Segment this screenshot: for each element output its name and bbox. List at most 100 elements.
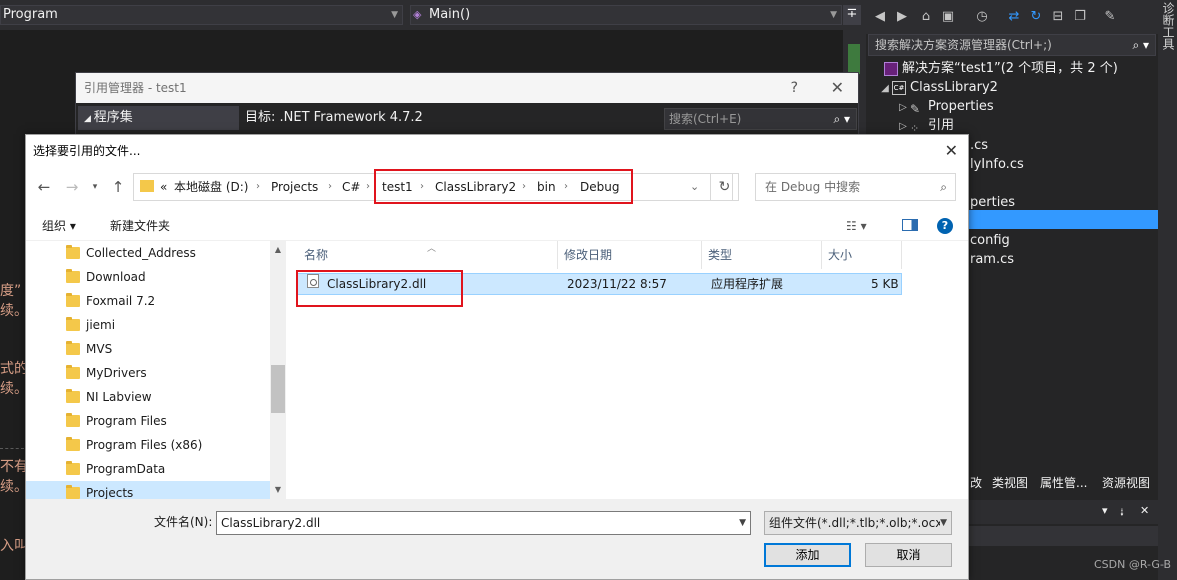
watermark: CSDN @R-G-B bbox=[1094, 558, 1172, 571]
chevron-down-icon[interactable]: ▼ bbox=[739, 512, 746, 534]
breadcrumb-segment[interactable]: 本地磁盘 (D:) bbox=[174, 174, 248, 200]
chevron-down-icon[interactable]: ▼ bbox=[940, 512, 947, 534]
pending-changes-icon[interactable]: ◷ bbox=[974, 9, 990, 25]
folder-icon bbox=[66, 365, 80, 379]
close-button[interactable]: ✕ bbox=[831, 73, 844, 103]
refresh-icon[interactable]: ↻ bbox=[1028, 9, 1044, 25]
breadcrumb-segment[interactable]: Projects bbox=[271, 174, 318, 200]
tree-item[interactable]: Foxmail 7.2 bbox=[26, 289, 270, 313]
new-folder-button[interactable]: 新建文件夹 bbox=[110, 211, 170, 241]
tab-property-manager[interactable]: 属性管... bbox=[1040, 472, 1087, 494]
chevron-down-icon[interactable]: ⌄ bbox=[690, 174, 699, 200]
code-separator bbox=[0, 448, 24, 449]
search-icon: ⌕ ▾ bbox=[1132, 38, 1149, 52]
search-placeholder: 搜索(Ctrl+E) bbox=[669, 112, 742, 126]
dropdown-icon[interactable]: ▾ bbox=[1102, 504, 1108, 517]
filetype-select[interactable]: 组件文件(*.dll;*.tlb;*.olb;*.ocx; ▼ bbox=[764, 511, 952, 535]
tree-item[interactable]: MyDrivers bbox=[26, 361, 270, 385]
folder-icon bbox=[66, 341, 80, 355]
help-icon[interactable]: ? bbox=[937, 218, 953, 234]
member-combo-value: Main() bbox=[429, 7, 471, 22]
column-size[interactable]: 大小 bbox=[822, 241, 902, 269]
forward-icon[interactable]: ▶ bbox=[894, 9, 910, 25]
folder-tree[interactable]: Collected_Address Download Foxmail 7.2 j… bbox=[26, 241, 286, 501]
close-button[interactable]: ✕ bbox=[945, 135, 958, 167]
filename-input[interactable]: ClassLibrary2.dll ▼ bbox=[216, 511, 751, 535]
member-combo[interactable]: ◈ Main() ▼ bbox=[410, 5, 842, 25]
preview-pane-icon[interactable] bbox=[902, 219, 918, 231]
sync-icon[interactable]: ⇄ bbox=[1006, 9, 1022, 25]
solution-search-input[interactable]: 搜索解决方案资源管理器(Ctrl+;) ⌕ ▾ bbox=[868, 34, 1156, 56]
file-date: 2023/11/22 8:57 bbox=[567, 277, 667, 291]
tree-item[interactable]: Download bbox=[26, 265, 270, 289]
tree-item[interactable]: NI Labview bbox=[26, 385, 270, 409]
collapsed-arrow-icon[interactable]: ▷ bbox=[896, 98, 910, 117]
tree-item[interactable]: ProgramData bbox=[26, 457, 270, 481]
tree-item[interactable]: jiemi bbox=[26, 313, 270, 337]
column-type[interactable]: 类型 bbox=[702, 241, 822, 269]
column-date[interactable]: 修改日期 bbox=[558, 241, 702, 269]
forward-button[interactable]: → bbox=[62, 177, 82, 197]
tree-scrollbar[interactable]: ▲ ▼ bbox=[270, 241, 286, 499]
tree-item[interactable]: Collected_Address bbox=[26, 241, 270, 265]
vertical-tab-label[interactable]: 诊断工具 bbox=[1161, 2, 1175, 62]
tree-item[interactable]: MVS bbox=[26, 337, 270, 361]
class-combo[interactable]: Program ▼ bbox=[0, 5, 403, 25]
scroll-thumb[interactable] bbox=[848, 44, 860, 74]
split-window-button[interactable]: ∓ bbox=[843, 5, 861, 25]
tab-git-changes[interactable]: 改 bbox=[970, 472, 982, 494]
recent-locations-button[interactable]: ▾ bbox=[88, 177, 102, 197]
tab-resource-view[interactable]: 资源视图 bbox=[1102, 472, 1150, 494]
tab-class-view[interactable]: 类视图 bbox=[992, 472, 1028, 494]
scroll-up-icon[interactable]: ▲ bbox=[270, 245, 286, 254]
chevron-right-icon[interactable]: › bbox=[328, 174, 332, 200]
close-icon[interactable]: ✕ bbox=[1140, 504, 1149, 517]
references-label: 引用 bbox=[928, 118, 955, 133]
tree-item[interactable]: Program Files bbox=[26, 409, 270, 433]
home-icon[interactable]: ⌂ bbox=[918, 9, 934, 25]
back-button[interactable]: ← bbox=[34, 177, 54, 197]
tree-item-label: Download bbox=[86, 270, 146, 284]
switch-view-icon[interactable]: ▣ bbox=[940, 9, 956, 25]
tree-item-label: Foxmail 7.2 bbox=[86, 294, 156, 308]
view-options-icon[interactable]: ☷ ▾ bbox=[846, 211, 867, 241]
dialog-title: 选择要引用的文件... bbox=[33, 144, 141, 158]
file-list[interactable]: ︿ 名称 修改日期 类型 大小 ClassLibrary2.dll 2023/1… bbox=[288, 241, 968, 499]
show-all-files-icon[interactable]: ❐ bbox=[1072, 9, 1088, 25]
chevron-right-icon[interactable]: › bbox=[366, 174, 370, 200]
tree-item[interactable]: Program Files (x86) bbox=[26, 433, 270, 457]
tree-item-label: ProgramData bbox=[86, 462, 166, 476]
tab-assemblies[interactable]: ◢ 程序集 bbox=[78, 106, 239, 130]
scroll-thumb[interactable] bbox=[271, 365, 285, 413]
references-node[interactable]: ▷ ⁘ 引用 bbox=[866, 116, 1158, 135]
organize-button[interactable]: 组织 ▾ bbox=[42, 211, 76, 241]
reference-search-input[interactable]: 搜索(Ctrl+E) ⌕ ▾ bbox=[664, 108, 857, 130]
chevron-down-icon: ▼ bbox=[830, 10, 837, 20]
up-button[interactable]: ↑ bbox=[108, 177, 128, 197]
folder-search-input[interactable]: 在 Debug 中搜索 ⌕ bbox=[755, 173, 956, 201]
highlight-box-file bbox=[296, 270, 463, 307]
code-fragment: 式的 bbox=[0, 361, 28, 377]
collapse-all-icon[interactable]: ⊟ bbox=[1050, 9, 1066, 25]
project-node[interactable]: ◢ C# ClassLibrary2 bbox=[866, 78, 1158, 97]
back-icon[interactable]: ◀ bbox=[872, 9, 888, 25]
chevron-right-icon[interactable]: › bbox=[256, 174, 260, 200]
breadcrumb-segment[interactable]: C# bbox=[342, 174, 360, 200]
cancel-button[interactable]: 取消 bbox=[865, 543, 952, 567]
pin-icon[interactable]: ⭭ bbox=[1120, 504, 1124, 523]
solution-node[interactable]: 解决方案“test1”(2 个项目，共 2 个) bbox=[866, 59, 1158, 78]
address-overflow[interactable]: « bbox=[160, 174, 167, 200]
side-tool-strip: 诊断工具 bbox=[1158, 0, 1177, 580]
add-button[interactable]: 添加 bbox=[764, 543, 851, 567]
wrench-icon[interactable]: ✎ bbox=[1102, 9, 1118, 25]
expand-arrow-icon[interactable]: ◢ bbox=[878, 79, 892, 98]
search-placeholder: 在 Debug 中搜索 bbox=[765, 180, 861, 194]
scroll-down-icon[interactable]: ▼ bbox=[270, 485, 286, 494]
solution-explorer-toolbar: ◀ ▶ ⌂ ▣ ◷ ⇄ ↻ ⊟ ❐ ✎ bbox=[866, 0, 1158, 34]
properties-label: Properties bbox=[928, 99, 994, 114]
refresh-button[interactable]: ↻ bbox=[710, 173, 739, 201]
column-name[interactable]: 名称 bbox=[298, 241, 558, 269]
tree-item-selected[interactable]: Projects bbox=[26, 481, 270, 501]
properties-node[interactable]: ▷ ✎ Properties bbox=[866, 97, 1158, 116]
help-button[interactable]: ? bbox=[791, 73, 798, 103]
